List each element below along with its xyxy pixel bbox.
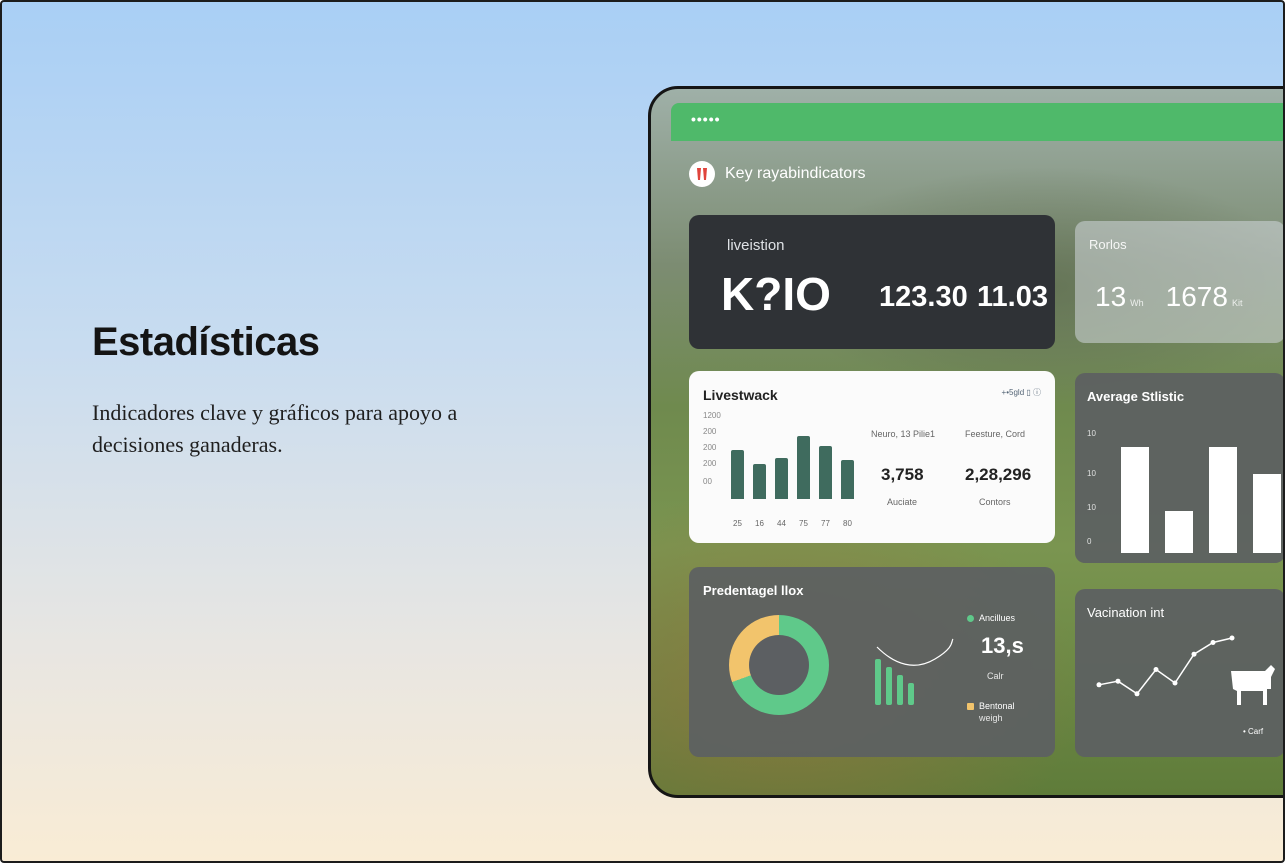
percentage-big-value: 13,s: [981, 633, 1024, 658]
livestock-bar: [819, 445, 832, 499]
yellow-square-icon: [967, 702, 974, 710]
livestock-bar: [797, 436, 810, 499]
vaccination-series-line: [1098, 637, 1233, 695]
ratio-value-1: 13: [1095, 281, 1127, 312]
livestock-x-tick: 16: [755, 519, 764, 528]
stat-2-label: Feesture, Cord: [965, 429, 1026, 439]
average-y-tick: 10: [1087, 429, 1096, 438]
vaccination-line-chart: [1096, 635, 1235, 697]
kpi-value-2: 11.03: [977, 281, 1048, 313]
legend-ancillues: Ancillues: [967, 613, 1015, 623]
livestock-x-tick: 25: [733, 519, 742, 528]
legend-bentonal: Bentonal: [967, 701, 1015, 711]
ratio-values: 13 Wh 1678 Kit: [1095, 281, 1260, 313]
legend-2-sub: weigh: [979, 713, 1003, 723]
average-bar: [1209, 447, 1237, 553]
average-y-tick: 10: [1087, 503, 1096, 512]
livestock-y-tick: 1200: [703, 411, 721, 420]
vaccination-point: [1191, 651, 1197, 657]
livestock-title: Livestwack: [703, 387, 778, 403]
average-bar: [1121, 447, 1149, 553]
page-title: Estadísticas: [92, 320, 320, 364]
window-dots-icon: •••••: [691, 111, 721, 127]
livestock-bar: [775, 458, 788, 499]
vaccination-legend: • Carf: [1243, 727, 1264, 736]
dashboard-header: Key rayabindicators: [689, 161, 866, 187]
livestock-y-tick: 00: [703, 477, 712, 486]
stat-1-caption: Auciate: [887, 497, 918, 507]
livestock-card[interactable]: Livestwack +•5gld ▯ ⓘ Neuro, 13 Pilie1 3…: [689, 371, 1055, 543]
vaccination-point: [1115, 678, 1121, 684]
mini-bar: [886, 667, 892, 705]
average-title: Average Stlistic: [1087, 389, 1185, 404]
mini-bar: [897, 675, 903, 705]
legend-1-label: Ancillues: [979, 613, 1016, 623]
vaccination-point: [1153, 667, 1159, 672]
livestock-legend: +•5gld ▯ ⓘ: [1001, 388, 1041, 397]
livestock-bar: [731, 450, 744, 499]
livestock-y-tick: 200: [703, 459, 717, 468]
ratio-card[interactable]: Rorlos 13 Wh 1678 Kit: [1075, 221, 1283, 343]
ratio-unit-1: Wh: [1130, 298, 1144, 308]
brand-logo-icon: [689, 161, 715, 187]
vaccination-title: Vacination int: [1087, 605, 1165, 620]
green-dot-icon: [967, 614, 974, 622]
kpi-value-1: 123.30: [879, 281, 968, 313]
average-y-tick: 10: [1087, 469, 1096, 478]
percentage-title: Predentagel llox: [703, 583, 804, 598]
ratio-label: Rorlos: [1089, 237, 1127, 252]
percentage-caption: Calr: [987, 671, 1004, 681]
mini-bar: [908, 683, 914, 705]
livestock-x-tick: 77: [821, 519, 830, 528]
vaccination-card[interactable]: Vacination int • Carf: [1075, 589, 1283, 757]
legend-2-label: Bentonal: [979, 701, 1015, 711]
stat-1-value: 3,758: [881, 465, 924, 484]
ratio-unit-2: Kit: [1231, 298, 1243, 308]
stat-1-label: Neuro, 13 Pilie1: [871, 429, 936, 439]
average-bar: [1165, 510, 1193, 553]
livestock-bar: [753, 463, 766, 499]
livestock-bar: [841, 459, 854, 499]
average-bar: [1253, 473, 1281, 553]
percentage-card[interactable]: Predentagel llox Ancillues 13,s Calr Ben…: [689, 567, 1055, 757]
brand-title: Key rayabindicators: [725, 165, 866, 182]
livestock-x-tick: 75: [799, 519, 808, 528]
stat-2-value: 2,28,296: [965, 465, 1032, 484]
mini-bar: [875, 659, 881, 705]
kpi-card[interactable]: liveistion K?IO 123.30 11.03: [689, 215, 1055, 349]
average-card[interactable]: Average Stlistic 10 10 10 0: [1075, 373, 1283, 563]
livestock-x-tick: 80: [843, 519, 852, 528]
dashboard-mockup: ••••• Key rayabindicators liveistion K?I…: [648, 86, 1283, 798]
vaccination-point: [1229, 635, 1235, 641]
livestock-y-tick: 200: [703, 443, 717, 452]
vaccination-point: [1134, 691, 1140, 697]
kpi-label: liveistion: [727, 237, 785, 254]
ratio-value-2: 1678: [1165, 281, 1228, 312]
page-subtitle: Indicadores clave y gráficos para apoyo …: [92, 400, 458, 457]
livestock-x-tick: 44: [777, 519, 786, 528]
vaccination-point: [1096, 682, 1102, 688]
slide: Estadísticas Indicadores clave y gráfico…: [0, 0, 1285, 863]
average-y-tick: 0: [1087, 537, 1092, 546]
kpi-main-value: K?IO: [721, 268, 831, 320]
livestock-y-tick: 200: [703, 427, 717, 436]
window-topbar: •••••: [671, 103, 1283, 141]
vaccination-point: [1172, 680, 1178, 686]
stat-2-caption: Contors: [979, 497, 1011, 507]
vaccination-point: [1210, 640, 1216, 645]
donut-chart: [729, 615, 829, 715]
